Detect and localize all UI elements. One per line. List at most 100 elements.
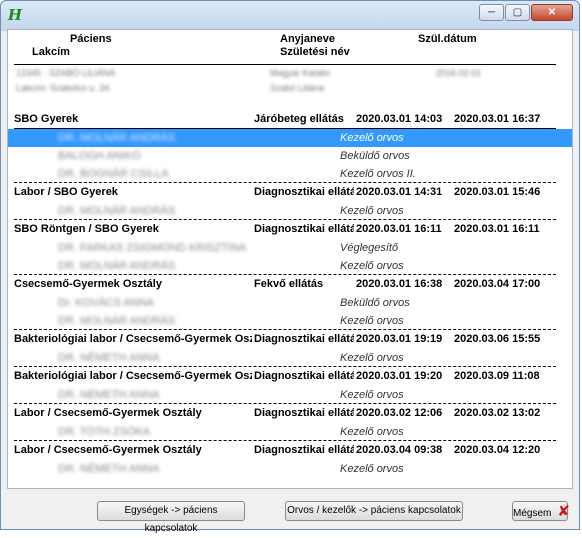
- staff-row[interactable]: DR. NÉMETH ANNA Kezelő orvos: [8, 460, 572, 478]
- care-unit-name: Bakteriológiai labor / Csecsemő-Gyermek …: [14, 370, 252, 382]
- staff-role: Beküldő orvos: [340, 150, 410, 162]
- care-type: Diagnosztikai ellátás: [254, 444, 354, 456]
- patient-mother-name: Magyar Katalin: [270, 68, 331, 78]
- staff-row[interactable]: DR. MOLNÁR ANDRÁS Kezelő orvos: [8, 312, 572, 330]
- staff-name: DR. BOGNÁR CSILLA: [58, 168, 169, 180]
- staff-role: Kezelő orvos: [340, 352, 404, 364]
- care-unit-name: SBO Röntgen / SBO Gyerek: [14, 223, 159, 235]
- maximize-button[interactable]: ▢: [505, 4, 530, 21]
- staff-role: Kezelő orvos: [340, 389, 404, 401]
- start-datetime: 2020.03.01 14:31: [356, 186, 443, 198]
- staff-row[interactable]: BALOGH ANIKÓ Beküldő orvos: [8, 147, 572, 165]
- staff-row[interactable]: DR. BOGNÁR CSILLA Kezelő orvos II.: [8, 165, 572, 183]
- care-unit-name: Bakteriológiai labor / Csecsemő-Gyermek …: [14, 333, 252, 345]
- staff-row[interactable]: DR. TÓTH ZSÓKA Kezelő orvos: [8, 423, 572, 441]
- row-divider: [14, 329, 556, 330]
- care-unit-row[interactable]: Labor / SBO Gyerek Diagnosztikai ellátás 2…: [8, 183, 572, 201]
- cancel-button[interactable]: Mégsem ✘: [512, 501, 570, 521]
- staff-name: DR. MOLNÁR ANDRÁS: [58, 205, 176, 217]
- row-divider: [14, 403, 556, 404]
- end-datetime: 2020.03.06 15:55: [454, 333, 541, 345]
- staff-name: Dr. KOVÁCS ANNA: [58, 297, 154, 309]
- close-button[interactable]: ✕: [531, 4, 573, 21]
- staff-row[interactable]: Dr. KOVÁCS ANNA Beküldő orvos: [8, 294, 572, 312]
- staff-name: DR. MOLNÁR ANDRÁS: [58, 315, 176, 327]
- dialog-window: H ─ ▢ ✕ Páciens Lakcím Anyjaneve Születé…: [0, 0, 580, 534]
- care-unit-row[interactable]: Bakteriológiai labor / Csecsemő-Gyermek …: [8, 330, 572, 348]
- cancel-x-icon: ✘: [557, 502, 570, 520]
- staff-name: DR. TÓTH ZSÓKA: [58, 426, 151, 438]
- start-datetime: 2020.03.01 16:11: [356, 223, 442, 235]
- staff-row[interactable]: DR. NÉMETH ANNA Kezelő orvos: [8, 349, 572, 367]
- start-datetime: 2020.03.01 14:03: [356, 113, 443, 125]
- end-datetime: 2020.03.02 13:02: [454, 407, 541, 419]
- column-header-mother-name: Anyjaneve: [280, 33, 336, 45]
- end-datetime: 2020.03.04 17:00: [454, 278, 541, 290]
- care-unit-row[interactable]: Labor / Csecsemő-Gyermek Osztály Diagnosz…: [8, 404, 572, 422]
- column-header-patient: Páciens: [70, 33, 112, 45]
- row-divider: [14, 366, 556, 367]
- patient-relations-list[interactable]: Páciens Lakcím Anyjaneve Születési név S…: [7, 29, 573, 489]
- staff-role: Kezelő orvos: [340, 426, 404, 438]
- app-logo-icon: H: [7, 6, 23, 24]
- staff-name: DR. MOLNÁR ANDRÁS: [58, 132, 176, 144]
- staff-name: DR. FARKAS ZSIGMOND KRISZTINA: [58, 242, 247, 254]
- care-unit-name: Labor / SBO Gyerek: [14, 186, 118, 198]
- staff-name: DR. NÉMETH ANNA: [58, 352, 160, 364]
- patient-address: Lakcím: Szabolcs u. 34.: [16, 83, 112, 93]
- doctors-to-patient-button[interactable]: Orvos / kezelők -> páciens kapcsolatok: [285, 501, 463, 521]
- header-divider: [14, 64, 556, 65]
- staff-name: DR. MOLNÁR ANDRÁS: [58, 260, 176, 272]
- staff-row[interactable]: DR. MOLNÁR ANDRÁS Kezelő orvos: [8, 257, 572, 275]
- care-type: Fekvő ellátás: [254, 278, 324, 290]
- end-datetime: 2020.03.04 12:20: [454, 444, 541, 456]
- staff-role: Kezelő orvos II.: [340, 168, 416, 180]
- row-divider: [14, 182, 556, 183]
- units-to-patient-button[interactable]: Egységek -> páciens kapcsolatok: [97, 501, 245, 534]
- patient-birth-name: Szabó Liliána: [270, 83, 325, 93]
- column-header-address: Lakcím: [32, 46, 70, 58]
- care-unit-row[interactable]: SBO Gyerek Járóbeteg ellátás 2020.03.01 14…: [8, 110, 572, 128]
- staff-row[interactable]: DR. NÉMETH ANNA Kezelő orvos: [8, 386, 572, 404]
- staff-role: Kezelő orvos: [340, 315, 404, 327]
- care-unit-name: Labor / Csecsemő-Gyermek Osztály: [14, 407, 202, 419]
- staff-row[interactable]: DR. FARKAS ZSIGMOND KRISZTINA Véglegesítő: [8, 239, 572, 257]
- staff-role: Beküldő orvos: [340, 297, 410, 309]
- care-type: Diagnosztikai ellátás: [254, 407, 354, 419]
- minimize-button[interactable]: ─: [479, 4, 504, 21]
- staff-role: Kezelő orvos: [340, 260, 404, 272]
- staff-row[interactable]: DR. MOLNÁR ANDRÁS Kezelő orvos: [8, 202, 572, 220]
- care-unit-name: Csecsemő-Gyermek Osztály: [14, 278, 162, 290]
- staff-name: BALOGH ANIKÓ: [58, 150, 141, 162]
- care-type: Diagnosztikai ellátás: [254, 223, 354, 235]
- column-header-birth-date: Szül.dátum: [418, 33, 477, 45]
- start-datetime: 2020.03.01 19:20: [356, 370, 443, 382]
- staff-role: Véglegesítő: [340, 242, 399, 254]
- end-datetime: 2020.03.09 11:08: [454, 370, 540, 382]
- row-divider: [14, 274, 556, 275]
- care-type: Járóbeteg ellátás: [254, 113, 344, 125]
- start-datetime: 2020.03.04 09:38: [356, 444, 443, 456]
- care-unit-name: SBO Gyerek: [14, 113, 79, 125]
- column-header-birth-name: Születési név: [280, 46, 350, 58]
- care-unit-name: Labor / Csecsemő-Gyermek Osztály: [14, 444, 202, 456]
- patient-id-name: 12345 · SZABÓ LILIÁNA: [16, 68, 116, 78]
- staff-role: Kezelő orvos: [340, 463, 404, 475]
- row-divider: [14, 440, 556, 441]
- care-unit-row[interactable]: Bakteriológiai labor / Csecsemő-Gyermek …: [8, 367, 572, 385]
- care-unit-row[interactable]: Labor / Csecsemő-Gyermek Osztály Diagnosz…: [8, 441, 572, 459]
- staff-name: DR. NÉMETH ANNA: [58, 389, 160, 401]
- staff-row[interactable]: DR. MOLNÁR ANDRÁS Kezelő orvos: [8, 129, 572, 147]
- care-type: Diagnosztikai ellátás: [254, 370, 354, 382]
- start-datetime: 2020.03.01 19:19: [356, 333, 443, 345]
- care-unit-row[interactable]: Csecsemő-Gyermek Osztály Fekvő ellátás 202…: [8, 275, 572, 293]
- end-datetime: 2020.03.01 16:37: [454, 113, 541, 125]
- cancel-label: Mégsem: [513, 508, 552, 519]
- staff-role: Kezelő orvos: [340, 132, 404, 144]
- care-unit-row[interactable]: SBO Röntgen / SBO Gyerek Diagnosztikai el…: [8, 220, 572, 238]
- start-datetime: 2020.03.02 12:06: [356, 407, 443, 419]
- title-bar: H ─ ▢ ✕: [1, 1, 579, 29]
- start-datetime: 2020.03.01 16:38: [356, 278, 443, 290]
- end-datetime: 2020.03.01 16:11: [454, 223, 540, 235]
- row-divider: [14, 219, 556, 220]
